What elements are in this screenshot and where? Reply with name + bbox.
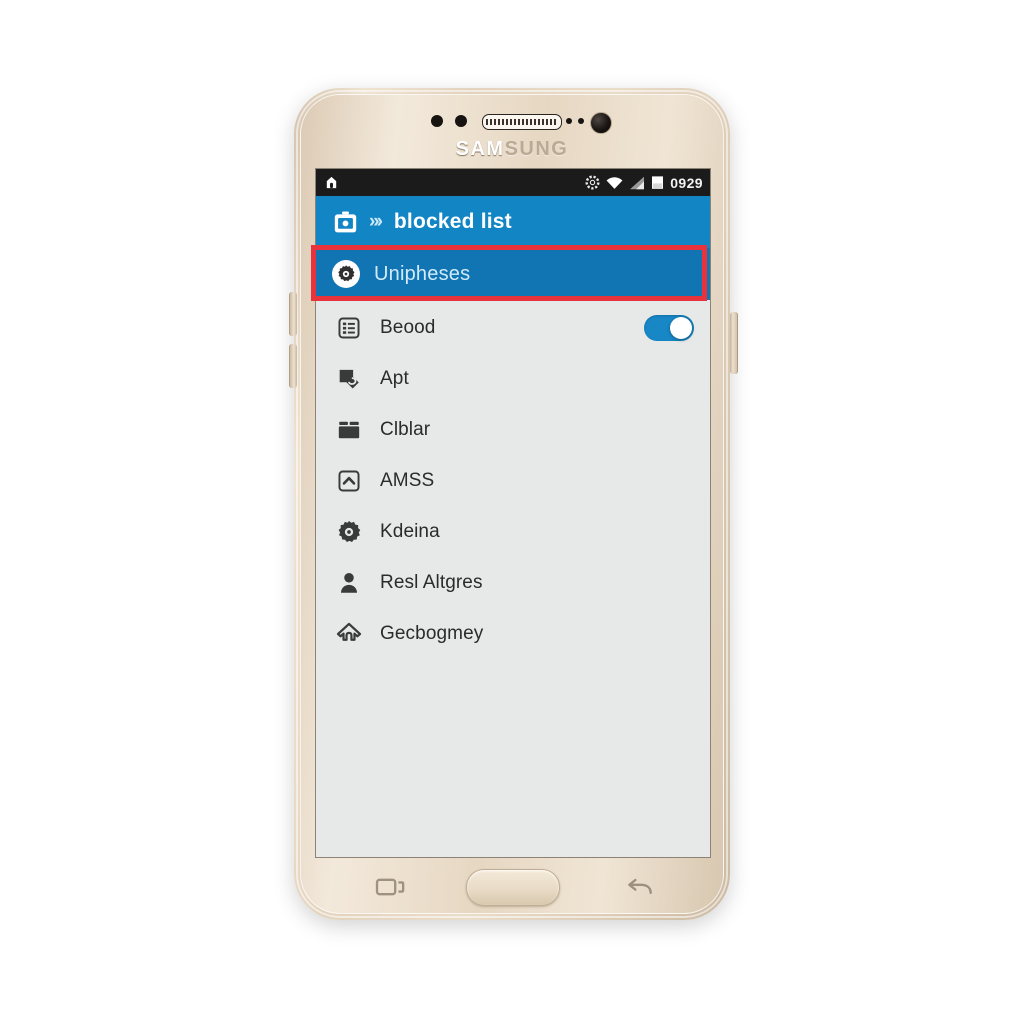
toggle-knob [670,316,692,339]
status-bar: 0929 [316,169,710,196]
list-item-label: AMSS [380,469,435,491]
proximity-sensor-icon [431,115,443,127]
status-bar-right: 0929 [585,175,703,191]
person-icon [334,568,364,598]
folder-icon [334,415,364,445]
settings-list: Beood Apt Clblar AMSS Kdeina Resl Altgre… [316,300,710,659]
list-item-label: Apt [380,367,409,389]
list-item[interactable]: AMSS [316,455,710,506]
led-indicator-icon [566,118,572,124]
list-item[interactable]: Clblar [316,404,710,455]
list-item[interactable]: Gecbogmey [316,608,710,659]
status-bar-left [324,175,339,190]
power-button[interactable] [730,312,738,374]
list-item-label: Clblar [380,418,431,440]
briefcase-icon [334,210,357,232]
toggle-switch[interactable] [644,314,694,341]
chevron-up-box-icon [334,466,364,496]
ir-sensor-icon [578,118,584,124]
signal-icon [630,176,645,189]
chevron-right-icon: »› [369,211,383,232]
status-bar-clock: 0929 [670,174,703,191]
back-key[interactable] [622,874,656,900]
brand-logo: SAMSUNG [294,138,730,161]
brand-logo-dim: SUNG [504,138,569,160]
list-item-label: Resl Altgres [380,571,483,593]
selected-list-item[interactable]: Unipheses [316,248,710,300]
gear-glyph-icon [338,265,355,282]
front-camera-icon [590,112,612,134]
list-item[interactable]: Beood [316,302,710,353]
tag-icon [334,364,364,394]
light-sensor-icon [455,115,467,127]
volume-up-button[interactable] [289,292,297,336]
selected-item-label: Unipheses [374,262,471,285]
phone-screen: 0929 »› blocked list Unipheses Beood Apt… [315,168,711,858]
list-item[interactable]: Kdeina [316,506,710,557]
home-outline-icon [334,619,364,649]
screenshot-root: SAMSUNG 0929 »› blocked list Unipheses B… [0,0,1024,1024]
volume-down-button[interactable] [289,344,297,388]
brand-logo-bright: SAM [455,138,505,160]
page-title: blocked list [393,210,512,233]
app-header[interactable]: »› blocked list [316,196,710,248]
list-item-label: Gecbogmey [380,622,484,644]
speaker-mesh [486,119,558,125]
home-button[interactable] [466,869,560,906]
earpiece-speaker [482,114,562,130]
list-item[interactable]: Resl Altgres [316,557,710,608]
battery-icon [652,176,664,189]
list-item-label: Beood [380,316,436,338]
list-box-icon [334,313,364,343]
gear-badge-icon [332,260,360,288]
list-item-label: Kdeina [380,520,440,542]
list-item[interactable]: Apt [316,353,710,404]
wifi-icon [606,176,623,189]
sync-icon [585,175,600,190]
recents-key[interactable] [373,874,407,900]
home-indicator-icon [326,176,337,189]
gear-icon [334,517,364,547]
